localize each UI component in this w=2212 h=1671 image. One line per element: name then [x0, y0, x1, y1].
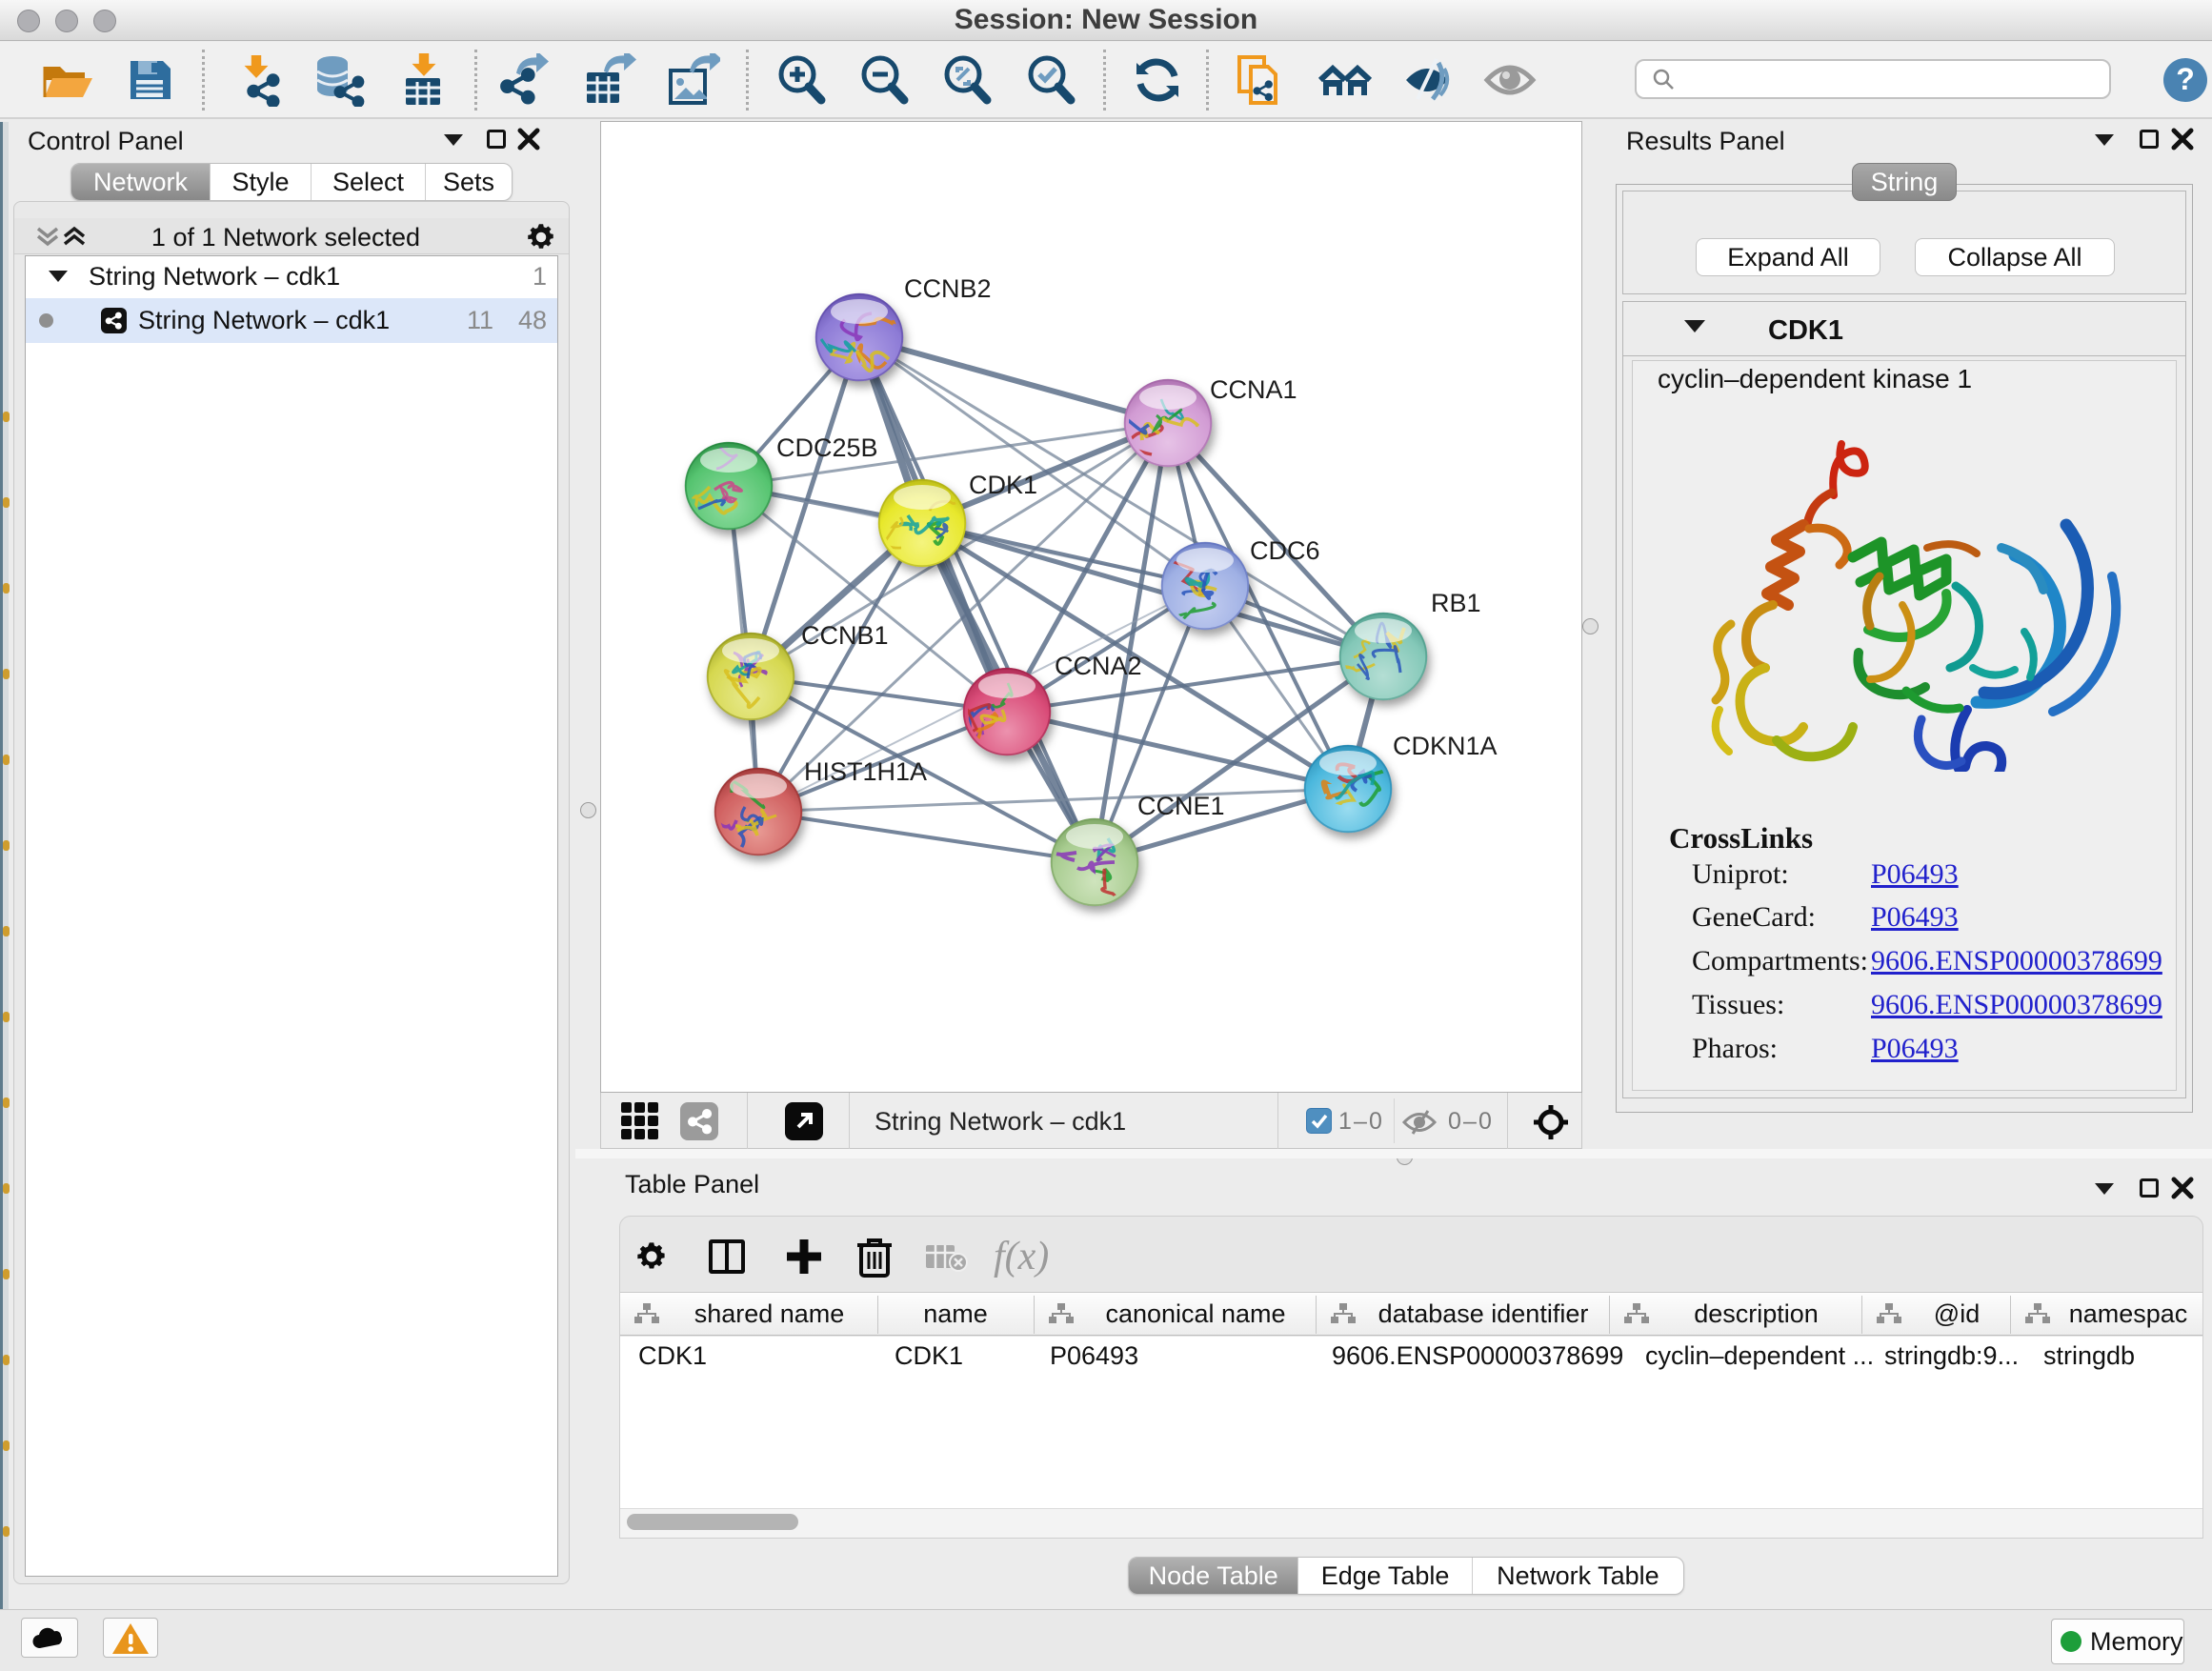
- svg-text:CDK1: CDK1: [969, 471, 1037, 499]
- svg-text:CDC25B: CDC25B: [776, 433, 878, 462]
- svg-text:CDKN1A: CDKN1A: [1393, 732, 1498, 760]
- svg-text:RB1: RB1: [1431, 589, 1481, 617]
- svg-text:HIST1H1A: HIST1H1A: [804, 757, 927, 786]
- svg-text:CCNB1: CCNB1: [801, 621, 889, 650]
- svg-text:CCNA1: CCNA1: [1210, 375, 1297, 404]
- svg-text:CCNA2: CCNA2: [1055, 652, 1142, 680]
- svg-text:CCNB2: CCNB2: [904, 274, 992, 303]
- svg-text:CCNE1: CCNE1: [1137, 792, 1225, 820]
- svg-text:CDC6: CDC6: [1250, 536, 1320, 565]
